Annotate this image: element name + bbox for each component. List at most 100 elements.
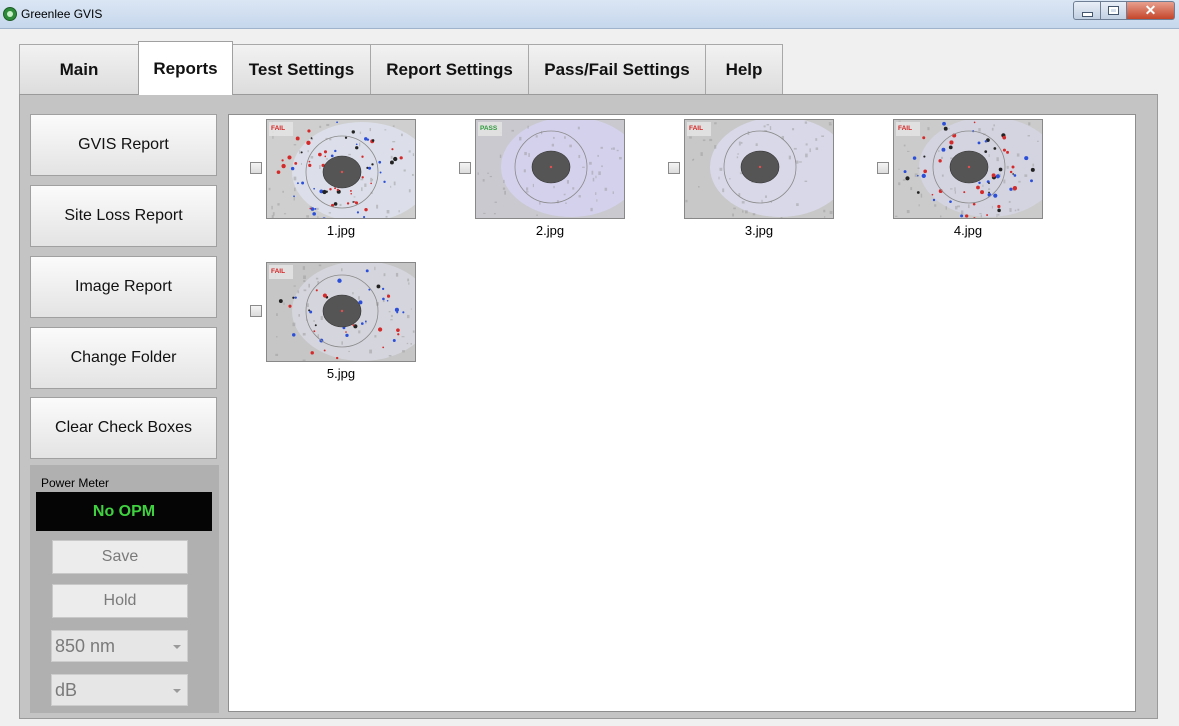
- image-speckle: [578, 195, 581, 198]
- image-speckle: [494, 201, 497, 203]
- image-speckle: [582, 166, 585, 168]
- defect-marker: [382, 287, 385, 290]
- image-speckle: [310, 155, 314, 159]
- change-folder-button[interactable]: Change Folder: [30, 327, 217, 389]
- close-icon: ✕: [1144, 2, 1157, 18]
- defect-marker: [360, 322, 364, 325]
- defect-marker: [352, 324, 355, 327]
- image-speckle: [903, 144, 906, 147]
- maximize-button[interactable]: [1101, 1, 1127, 20]
- fiber-thumbnail[interactable]: FAIL: [684, 119, 834, 219]
- save-button[interactable]: Save: [52, 540, 188, 574]
- image-speckle: [392, 125, 395, 127]
- image-checkbox[interactable]: [250, 305, 262, 317]
- image-speckle: [689, 136, 692, 139]
- unit-select[interactable]: dB: [51, 674, 188, 706]
- image-report-button[interactable]: Image Report: [30, 256, 217, 318]
- tab-help[interactable]: Help: [705, 44, 783, 95]
- image-speckle: [732, 213, 734, 217]
- image-speckle: [526, 187, 529, 191]
- defect-marker: [287, 155, 292, 160]
- tab-main[interactable]: Main: [19, 44, 139, 95]
- image-speckle: [693, 158, 695, 161]
- image-item: FAIL 3.jpg: [668, 117, 838, 242]
- defect-marker: [393, 156, 398, 162]
- image-speckle: [941, 174, 944, 177]
- image-speckle: [398, 210, 400, 213]
- image-speckle: [828, 122, 832, 124]
- fiber-endface-image: FAIL: [894, 120, 1042, 218]
- image-speckle: [596, 199, 598, 202]
- image-speckle: [719, 167, 723, 171]
- defect-marker: [352, 201, 355, 203]
- image-checkbox[interactable]: [668, 162, 680, 174]
- image-speckle: [616, 149, 619, 152]
- image-speckle: [525, 191, 529, 193]
- image-speckle: [528, 153, 530, 157]
- image-speckle: [283, 213, 287, 215]
- image-item: PASS 2.jpg: [459, 117, 629, 242]
- image-speckle: [294, 187, 296, 192]
- defect-marker: [942, 121, 946, 126]
- image-speckle: [317, 216, 319, 218]
- image-checkbox[interactable]: [250, 162, 262, 174]
- image-speckle: [353, 196, 356, 198]
- image-speckle: [1028, 122, 1031, 126]
- defect-marker: [1024, 156, 1029, 161]
- image-speckle: [997, 213, 1000, 216]
- image-speckle: [388, 311, 391, 313]
- defect-marker: [921, 173, 926, 179]
- image-speckle: [824, 216, 826, 218]
- fiber-thumbnail[interactable]: FAIL: [266, 119, 416, 219]
- image-filename: 3.jpg: [744, 223, 774, 238]
- minimize-button[interactable]: [1073, 1, 1101, 20]
- image-speckle: [358, 296, 360, 300]
- fiber-endface-image: FAIL: [685, 120, 833, 218]
- image-item: FAIL 1.jpg: [250, 117, 420, 242]
- core-center-marker: [340, 170, 344, 174]
- image-speckle: [293, 144, 297, 146]
- wavelength-select[interactable]: 850 nm: [51, 630, 188, 662]
- tab-reports[interactable]: Reports: [138, 41, 233, 95]
- defect-marker: [337, 278, 342, 283]
- site-loss-report-button[interactable]: Site Loss Report: [30, 185, 217, 247]
- gvis-report-button[interactable]: GVIS Report: [30, 114, 217, 176]
- fiber-thumbnail[interactable]: PASS: [475, 119, 625, 219]
- defect-marker: [916, 191, 920, 194]
- image-speckle: [766, 124, 770, 126]
- tab-report-settings[interactable]: Report Settings: [370, 44, 529, 95]
- image-speckle: [815, 147, 819, 150]
- image-speckle: [303, 280, 306, 283]
- image-speckle: [320, 316, 323, 321]
- close-button[interactable]: ✕: [1127, 1, 1175, 20]
- defect-marker: [923, 155, 926, 158]
- image-filename: 1.jpg: [326, 223, 356, 238]
- fiber-thumbnail[interactable]: FAIL: [266, 262, 416, 362]
- image-speckle: [390, 314, 393, 318]
- image-speckle: [918, 204, 920, 207]
- image-checkbox[interactable]: [877, 162, 889, 174]
- tab-test-settings[interactable]: Test Settings: [232, 44, 371, 95]
- image-speckle: [339, 203, 342, 207]
- image-speckle: [401, 336, 405, 338]
- image-speckle: [700, 152, 703, 156]
- image-speckle: [276, 313, 278, 316]
- clear-check-boxes-button[interactable]: Clear Check Boxes: [30, 397, 217, 459]
- image-speckle: [477, 172, 479, 175]
- image-speckle: [300, 162, 303, 165]
- image-speckle: [297, 290, 300, 294]
- image-speckle: [619, 156, 622, 160]
- image-speckle: [805, 143, 808, 146]
- hold-button[interactable]: Hold: [52, 584, 188, 618]
- image-speckle: [374, 266, 376, 271]
- image-speckle: [407, 278, 410, 282]
- defect-marker: [932, 198, 936, 202]
- tab-pass-fail-settings[interactable]: Pass/Fail Settings: [528, 44, 706, 95]
- fiber-thumbnail[interactable]: FAIL: [893, 119, 1043, 219]
- image-checkbox[interactable]: [459, 162, 471, 174]
- image-speckle: [369, 349, 373, 354]
- defect-marker: [355, 146, 359, 150]
- defect-marker: [325, 190, 328, 193]
- image-speckle: [578, 154, 581, 159]
- image-speckle: [348, 153, 351, 156]
